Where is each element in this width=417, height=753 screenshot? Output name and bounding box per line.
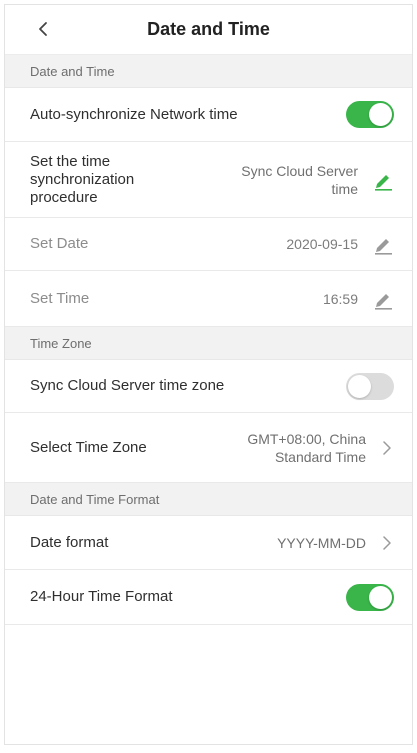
- sync-zone-label: Sync Cloud Server time zone: [30, 377, 225, 394]
- edit-icon[interactable]: [372, 169, 394, 191]
- page-title: Date and Time: [147, 19, 270, 39]
- hour24-format-row[interactable]: 24-Hour Time Format: [5, 570, 412, 625]
- settings-screen: Date and Time Date and Time Auto-synchro…: [4, 4, 413, 745]
- select-time-zone-row[interactable]: Select Time Zone GMT+08:00, China Standa…: [5, 413, 412, 483]
- set-date-label: Set Date: [30, 235, 89, 252]
- set-date-value: 2020-09-15: [286, 236, 358, 252]
- date-format-value: YYYY-MM-DD: [277, 534, 366, 551]
- hour24-label: 24-Hour Time Format: [30, 588, 173, 605]
- chevron-left-icon: [39, 22, 47, 36]
- section-header-format: Date and Time Format: [5, 483, 412, 516]
- sync-procedure-label: Set the time synchronization procedure: [30, 152, 135, 206]
- back-button[interactable]: [31, 17, 55, 41]
- auto-sync-network-time-row[interactable]: Auto-synchronize Network time: [5, 88, 412, 142]
- hour24-toggle[interactable]: [346, 583, 394, 611]
- set-date-row[interactable]: Set Date 2020-09-15: [5, 218, 412, 271]
- toggle-knob: [369, 103, 392, 126]
- section-header-date-time: Date and Time: [5, 55, 412, 88]
- date-format-row[interactable]: Date format YYYY-MM-DD: [5, 516, 412, 570]
- edit-icon[interactable]: [372, 233, 394, 255]
- edit-icon[interactable]: [372, 288, 394, 310]
- section-header-time-zone: Time Zone: [5, 327, 412, 360]
- set-time-row[interactable]: Set Time 16:59: [5, 271, 412, 327]
- sync-procedure-value: Sync Cloud Server time: [241, 162, 358, 197]
- chevron-right-icon: [383, 440, 391, 455]
- sync-cloud-time-zone-row[interactable]: Sync Cloud Server time zone: [5, 360, 412, 413]
- auto-sync-label: Auto-synchronize Network time: [30, 105, 238, 123]
- select-zone-value: GMT+08:00, China Standard Time: [247, 430, 366, 465]
- sync-zone-toggle[interactable]: [346, 372, 394, 400]
- toggle-knob: [348, 374, 371, 398]
- chevron-right-icon: [383, 535, 391, 550]
- toggle-knob: [369, 585, 392, 609]
- set-time-label: Set Time: [30, 289, 90, 307]
- date-format-label: Date format: [30, 533, 109, 551]
- select-zone-label: Select Time Zone: [30, 438, 147, 456]
- auto-sync-toggle[interactable]: [346, 101, 394, 128]
- set-time-value: 16:59: [322, 290, 358, 307]
- sync-procedure-row[interactable]: Set the time synchronization procedure S…: [5, 142, 412, 218]
- header-bar: Date and Time: [5, 5, 412, 55]
